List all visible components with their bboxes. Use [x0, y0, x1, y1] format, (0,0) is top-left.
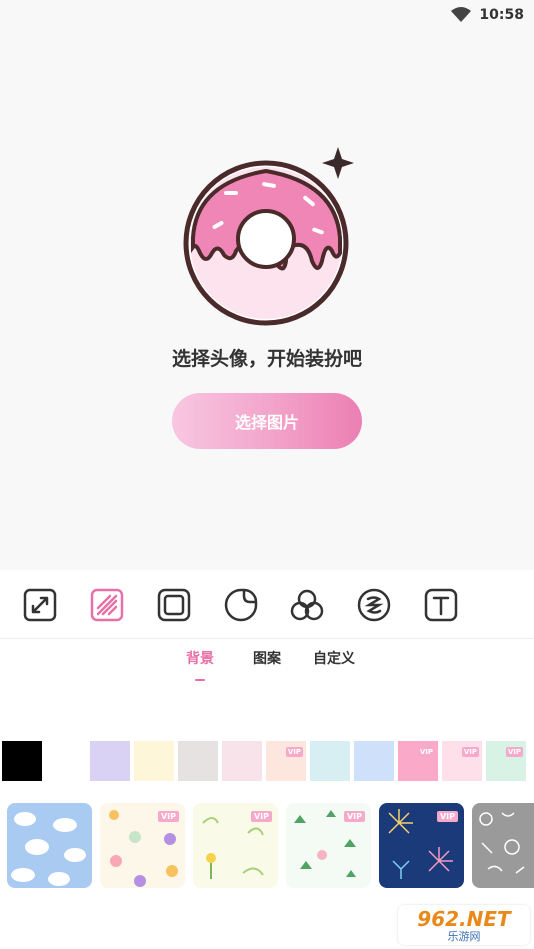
status-bar: 10:58 [451, 5, 524, 25]
swatch-10[interactable]: VIP [442, 741, 482, 781]
vip-badge: VIP [417, 747, 435, 757]
swatch-7[interactable] [310, 741, 350, 781]
effect-icon[interactable] [357, 588, 391, 622]
vip-badge: VIP [343, 811, 365, 822]
swatch-8[interactable] [354, 741, 394, 781]
swatch-4[interactable] [178, 741, 218, 781]
swatch-1[interactable] [46, 741, 86, 781]
leaf-pattern[interactable]: VIP [286, 803, 371, 888]
tool-bar [0, 570, 534, 639]
tab-custom[interactable]: 自定义 [313, 648, 355, 668]
pattern-row: VIP VIP VIP VIP [0, 803, 534, 889]
color-swatch-row: VIP VIP VIP VIP [0, 741, 534, 781]
swatch-2[interactable] [90, 741, 130, 781]
frame-icon[interactable] [157, 588, 191, 622]
flower-pattern[interactable]: VIP [100, 803, 185, 888]
vip-badge: VIP [250, 811, 272, 822]
status-time: 10:58 [479, 7, 524, 23]
expand-icon[interactable] [23, 588, 57, 622]
sheep-pattern[interactable] [7, 803, 92, 888]
sticker-icon[interactable] [224, 588, 258, 622]
swatch-0[interactable] [2, 741, 42, 781]
swatch-5[interactable] [222, 741, 262, 781]
swatch-11[interactable]: VIP [486, 741, 526, 781]
vip-badge: VIP [436, 811, 458, 822]
swatch-9[interactable]: VIP [398, 741, 438, 781]
vip-badge: VIP [285, 747, 303, 757]
firework-pattern[interactable]: VIP [379, 803, 464, 888]
category-tabs: 背景 图案 自定义 [0, 648, 534, 684]
site-watermark: 962.NET 乐游网 [398, 905, 530, 945]
vip-badge: VIP [461, 747, 479, 757]
donut-illustration [183, 147, 354, 326]
vip-badge: VIP [157, 811, 179, 822]
wifi-icon [451, 7, 472, 22]
background-pattern-icon[interactable] [90, 588, 124, 622]
watermark-site-name: 乐游网 [447, 929, 481, 943]
doodle-pattern[interactable] [472, 803, 534, 888]
watermark-logo-text: 962.NET [417, 906, 511, 931]
swatch-6[interactable]: VIP [266, 741, 306, 781]
text-icon[interactable] [424, 588, 458, 622]
filter-icon[interactable] [290, 588, 324, 622]
tab-background[interactable]: 背景 [186, 648, 214, 668]
vip-badge: VIP [505, 747, 523, 757]
tab-indicator [195, 679, 205, 681]
select-image-button[interactable]: 选择图片 [172, 393, 362, 449]
headline: 选择头像，开始装扮吧 [171, 348, 362, 370]
swatch-3[interactable] [134, 741, 174, 781]
tab-pattern[interactable]: 图案 [253, 648, 281, 668]
yellow-flower-pattern[interactable]: VIP [193, 803, 278, 888]
